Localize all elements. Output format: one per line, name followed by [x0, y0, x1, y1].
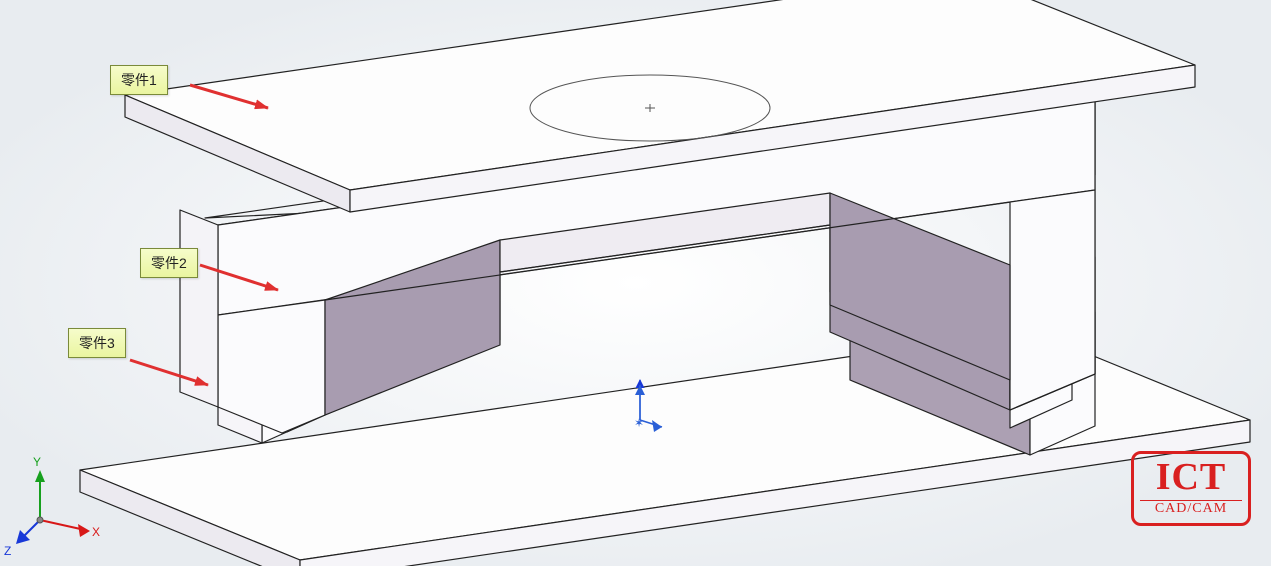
triad-z-label: Z: [4, 544, 11, 558]
callout-part3[interactable]: 零件3: [68, 328, 126, 358]
triad-x-label: X: [92, 525, 100, 539]
model-svg: ✶ Y X Z: [0, 0, 1271, 566]
watermark-badge: ICT CAD/CAM: [1131, 451, 1251, 526]
callout-part2-label: 零件2: [151, 255, 187, 271]
watermark-big: ICT: [1134, 458, 1248, 498]
callout-part1-label: 零件1: [121, 72, 157, 88]
svg-text:✶: ✶: [634, 416, 644, 430]
cad-viewport[interactable]: ✶ Y X Z 零件1 零件2 零件3 ICT CAD/CAM: [0, 0, 1271, 566]
triad-y-label: Y: [33, 455, 41, 469]
callout-part3-label: 零件3: [79, 335, 115, 351]
callout-part1[interactable]: 零件1: [110, 65, 168, 95]
callout-part2[interactable]: 零件2: [140, 248, 198, 278]
watermark-small: CAD/CAM: [1140, 500, 1242, 517]
